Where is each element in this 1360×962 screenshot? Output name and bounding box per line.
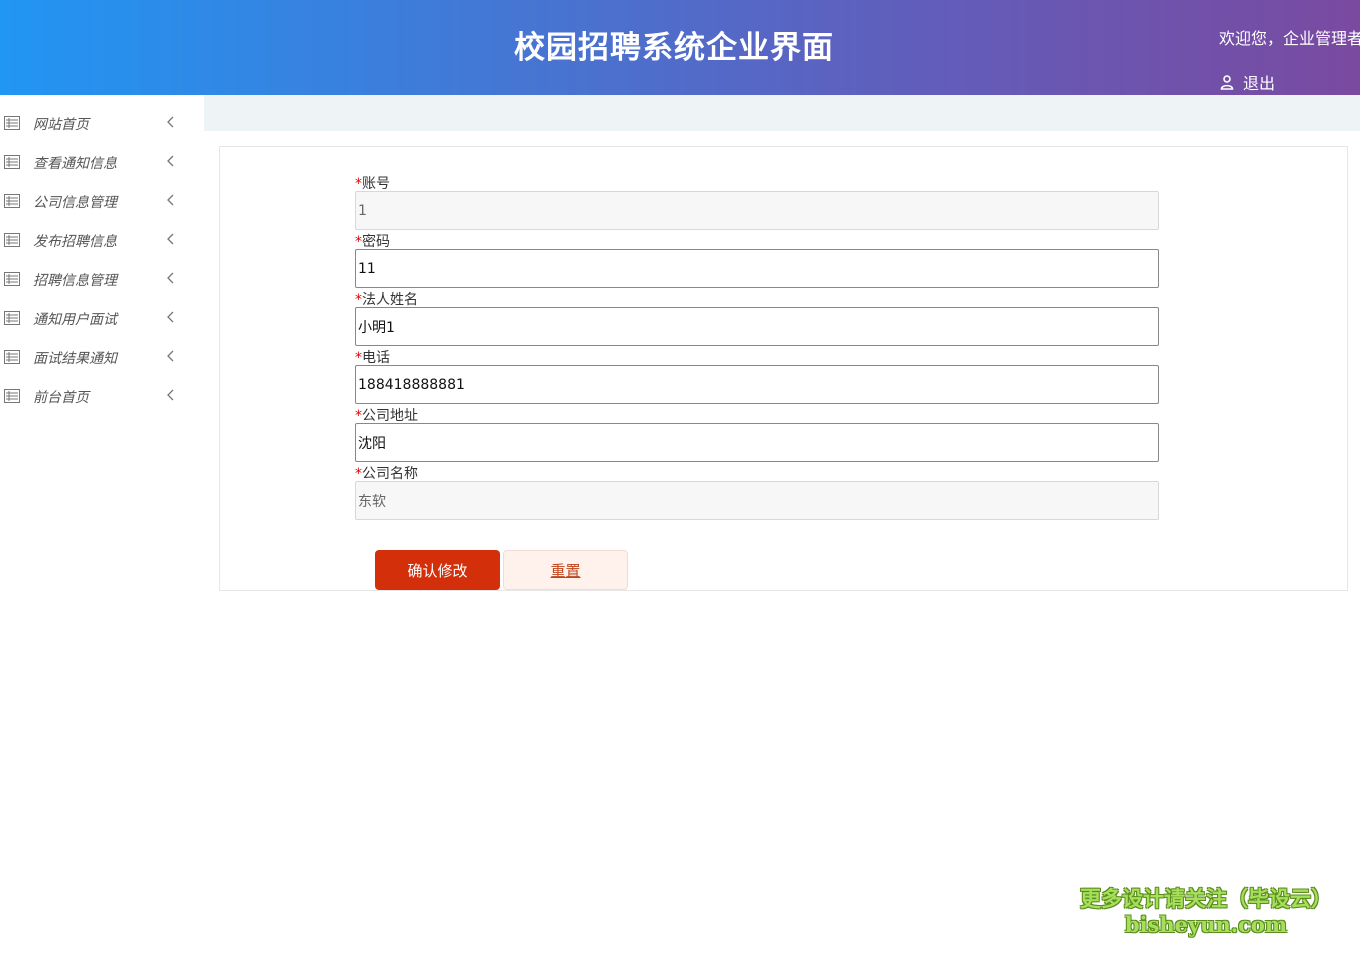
phone-label: *电话 <box>355 347 390 367</box>
password-field[interactable] <box>355 249 1159 288</box>
phone-field[interactable] <box>355 365 1159 404</box>
required-mark: * <box>355 350 362 366</box>
confirm-button[interactable]: 确认修改 <box>375 550 500 590</box>
sidebar-item-label: 网站首页 <box>33 117 89 133</box>
required-mark: * <box>355 176 362 192</box>
sidebar-item-label: 公司信息管理 <box>33 195 117 211</box>
watermark-line2: bisheyun.com <box>1124 912 1288 937</box>
sidebar-item-company-info[interactable]: 公司信息管理 <box>0 187 190 217</box>
chevron-left-icon <box>167 155 174 167</box>
user-icon <box>1220 75 1234 90</box>
sidebar-item-label: 查看通知信息 <box>33 156 117 172</box>
sidebar-item-publish-job[interactable]: 发布招聘信息 <box>0 226 190 256</box>
company-name-field[interactable] <box>355 481 1159 520</box>
list-icon <box>4 311 20 325</box>
company-address-label: *公司地址 <box>355 405 418 425</box>
list-icon <box>4 155 20 169</box>
page-title: 校园招聘系统企业界面 <box>514 30 834 66</box>
phone-label-text: 电话 <box>362 350 390 366</box>
required-mark: * <box>355 292 362 308</box>
list-icon <box>4 350 20 364</box>
account-label-text: 账号 <box>362 176 390 192</box>
required-mark: * <box>355 234 362 250</box>
list-icon <box>4 389 20 403</box>
legal-person-label: *法人姓名 <box>355 289 418 309</box>
list-icon <box>4 194 20 208</box>
company-address-field[interactable] <box>355 423 1159 462</box>
chevron-left-icon <box>167 116 174 128</box>
chevron-left-icon <box>167 272 174 284</box>
password-label-text: 密码 <box>362 234 390 250</box>
sidebar-item-notices[interactable]: 查看通知信息 <box>0 148 190 178</box>
logout-label: 退出 <box>1243 74 1276 93</box>
chevron-left-icon <box>167 350 174 362</box>
legal-person-field[interactable] <box>355 307 1159 346</box>
sidebar-item-home[interactable]: 网站首页 <box>0 109 190 139</box>
sidebar-item-job-management[interactable]: 招聘信息管理 <box>0 265 190 295</box>
legal-person-label-text: 法人姓名 <box>362 292 418 308</box>
company-name-label: *公司名称 <box>355 463 418 483</box>
sidebar-item-label: 招聘信息管理 <box>33 273 117 289</box>
sidebar-item-interview-result[interactable]: 面试结果通知 <box>0 343 190 373</box>
chevron-left-icon <box>167 389 174 401</box>
reset-button[interactable]: 重置 <box>503 550 628 590</box>
logout-button[interactable]: 退出 <box>1219 70 1275 94</box>
required-mark: * <box>355 466 362 482</box>
sidebar-item-label: 面试结果通知 <box>33 351 117 367</box>
required-mark: * <box>355 408 362 424</box>
list-icon <box>4 272 20 286</box>
password-label: *密码 <box>355 231 390 251</box>
list-icon <box>4 233 20 247</box>
company-address-label-text: 公司地址 <box>362 408 418 424</box>
chevron-left-icon <box>167 194 174 206</box>
watermark-line1: 更多设计请关注（毕设云） <box>1080 887 1332 911</box>
list-icon <box>4 116 20 130</box>
welcome-text: 欢迎您，企业管理者 <box>1219 29 1360 48</box>
header-bar: 校园招聘系统企业界面 欢迎您，企业管理者 退出 <box>0 0 1360 95</box>
content-top-strip <box>204 95 1360 131</box>
sidebar-item-frontend-home[interactable]: 前台首页 <box>0 382 190 412</box>
chevron-left-icon <box>167 311 174 323</box>
account-label: *账号 <box>355 173 390 193</box>
sidebar-item-label: 发布招聘信息 <box>33 234 117 250</box>
company-name-label-text: 公司名称 <box>362 466 418 482</box>
sidebar-item-label: 前台首页 <box>33 390 89 406</box>
chevron-left-icon <box>167 233 174 245</box>
sidebar-item-label: 通知用户面试 <box>33 312 117 328</box>
sidebar-item-interview-notice[interactable]: 通知用户面试 <box>0 304 190 334</box>
account-field[interactable] <box>355 191 1159 230</box>
watermark: 更多设计请关注（毕设云） bisheyun.com <box>1075 885 1337 937</box>
